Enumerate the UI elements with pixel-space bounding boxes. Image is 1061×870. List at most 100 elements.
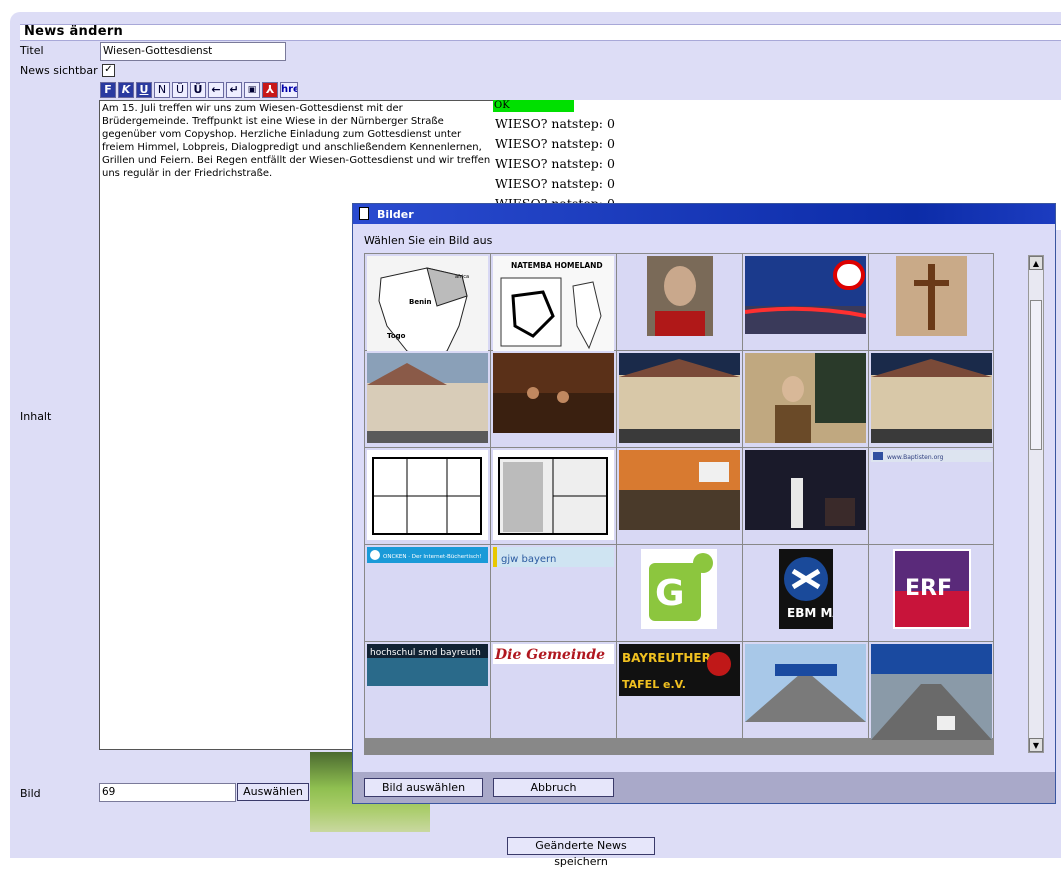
map-label-togo: Togo [387, 332, 406, 340]
smd-bayreuth-image: hochschul smd bayreuth [367, 644, 488, 686]
image-cell[interactable] [491, 448, 616, 544]
gemeinde-text: Die Gemeinde [494, 647, 605, 663]
ebm-text: EBM MASA [787, 606, 833, 620]
image-cell[interactable]: ONCKEN · Der Internet-Büchertisch! [365, 545, 490, 641]
titel-input[interactable]: Wiesen-Gottesdienst [100, 42, 286, 61]
underline-button[interactable]: U [136, 82, 152, 98]
image-cell[interactable] [869, 254, 993, 350]
scroll-up-icon[interactable]: ▲ [1029, 256, 1043, 270]
die-gemeinde-logo-image: Die Gemeinde [493, 644, 614, 664]
inhalt-label: Inhalt [20, 410, 52, 423]
debug-line: WIESO? natstep: 0 [495, 116, 615, 131]
cancel-button[interactable]: Abbruch [493, 778, 614, 797]
natemba-homeland-image: NATEMBA HOMELAND [493, 256, 614, 360]
normal-button[interactable]: N [154, 82, 170, 98]
debug-line: WIESO? natstep: 0 [495, 136, 615, 151]
image-cell[interactable] [743, 351, 868, 447]
congregation-hall-image [619, 450, 740, 530]
document-icon [359, 207, 369, 220]
floor-plan-image [493, 450, 614, 540]
dialog-title: Bilder [377, 208, 414, 221]
debug-line: WIESO? natstep: 0 [495, 196, 615, 203]
editor-toolbar: F K U N Ü Ü ← ↵ ▣ ⅄ hre [100, 82, 298, 98]
image-cell[interactable] [365, 448, 490, 544]
baptisten-text: www.Baptisten.org [887, 454, 944, 461]
church-service-image [493, 353, 614, 433]
image-cell[interactable]: ERF [869, 545, 993, 641]
gjw-bayern-banner-image: gjw bayern [493, 547, 614, 567]
smd-text: hochschul smd bayreuth [370, 648, 481, 658]
image-cell[interactable]: gjw bayern [491, 545, 616, 641]
scrollbar-thumb[interactable] [1030, 300, 1042, 450]
baptisten-banner-image: www.Baptisten.org [871, 450, 992, 462]
save-news-button[interactable]: Geänderte News speichern [507, 837, 655, 868]
highway-signs-image [871, 644, 992, 740]
image-cell[interactable] [491, 351, 616, 447]
oncken-banner-image: ONCKEN · Der Internet-Büchertisch! [367, 547, 488, 563]
image-cell[interactable]: www.Baptisten.org [869, 448, 993, 544]
image-cell[interactable]: hochschul smd bayreuth [365, 642, 490, 738]
ok-status: OK [493, 100, 574, 112]
image-cell[interactable]: Die Gemeinde [491, 642, 616, 738]
natemba-text: NATEMBA HOMELAND [511, 261, 603, 270]
link-button[interactable]: hre [280, 82, 298, 98]
tafel-text-2: TAFEL e.V. [622, 678, 686, 691]
church-building-image [367, 353, 488, 443]
heading-button[interactable]: Ü [172, 82, 188, 98]
scroll-down-icon[interactable]: ▼ [1029, 738, 1043, 752]
line-break-icon[interactable]: ↵ [226, 82, 242, 98]
news-visible-checkbox[interactable]: ✓ [102, 64, 115, 77]
italic-button[interactable]: K [118, 82, 134, 98]
oncken-text: ONCKEN · Der Internet-Büchertisch! [383, 554, 482, 560]
bild-id-input[interactable]: 69 [99, 783, 236, 802]
pdf-icon[interactable]: ⅄ [262, 82, 278, 98]
gju-logo-image: G [641, 549, 717, 629]
image-cell[interactable] [617, 351, 742, 447]
select-image-button[interactable]: Bild auswählen [364, 778, 483, 797]
church-building-image [871, 353, 992, 443]
debug-line: WIESO? natstep: 0 [495, 156, 615, 171]
church-building-image [619, 353, 740, 443]
image-cell[interactable] [869, 642, 993, 740]
image-cell[interactable] [743, 642, 868, 738]
floor-plan-image [367, 450, 488, 540]
subheading-button[interactable]: Ü [190, 82, 206, 98]
image-picker-dialog: Bilder Wählen Sie ein Bild aus Benin Tog… [352, 203, 1056, 804]
image-cell[interactable] [617, 254, 742, 350]
wooden-cross-image [896, 256, 967, 336]
image-cell[interactable] [365, 351, 490, 447]
dialog-prompt: Wählen Sie ein Bild aus [364, 234, 493, 247]
image-cell[interactable] [869, 351, 993, 447]
auswaehlen-button[interactable]: Auswählen [237, 783, 309, 801]
insert-image-icon[interactable]: ▣ [244, 82, 260, 98]
news-visible-label: News sichtbar [20, 64, 98, 77]
erf-logo-image: ERF [893, 549, 971, 629]
worship-band-image [745, 450, 866, 530]
bold-button[interactable]: F [100, 82, 116, 98]
speaker-portrait-image [745, 353, 866, 443]
erf-text: ERF [905, 576, 952, 601]
titel-label: Titel [20, 44, 44, 57]
dialog-titlebar[interactable]: Bilder [353, 204, 1055, 224]
image-cell[interactable]: EBM MASA [743, 545, 868, 641]
image-cell[interactable]: BAYREUTHER TAFEL e.V. [617, 642, 742, 738]
image-cell[interactable]: NATEMBA HOMELAND [491, 254, 616, 360]
map-label-benin: Benin [409, 298, 431, 306]
panel-header-bar [20, 24, 1061, 41]
image-cell[interactable] [743, 254, 868, 350]
gjw-text: gjw bayern [501, 554, 556, 565]
map-label-africa: africa [455, 274, 469, 280]
image-cell[interactable]: Benin Togo africa [365, 254, 490, 369]
image-grid: Benin Togo africa NATEMBA HOMELAND www.B… [364, 253, 994, 755]
highway-day-image [745, 644, 866, 722]
image-cell[interactable] [743, 448, 868, 544]
image-cell[interactable]: G [617, 545, 742, 641]
highway-night-image [745, 256, 866, 334]
arrow-left-icon[interactable]: ← [208, 82, 224, 98]
image-cell[interactable] [617, 448, 742, 544]
ebm-masa-logo-image: EBM MASA [779, 549, 833, 629]
image-grid-scrollbar[interactable]: ▲ ▼ [1028, 255, 1044, 753]
svg-text:G: G [655, 573, 685, 614]
person-portrait-image [647, 256, 713, 336]
bild-label: Bild [20, 787, 41, 800]
